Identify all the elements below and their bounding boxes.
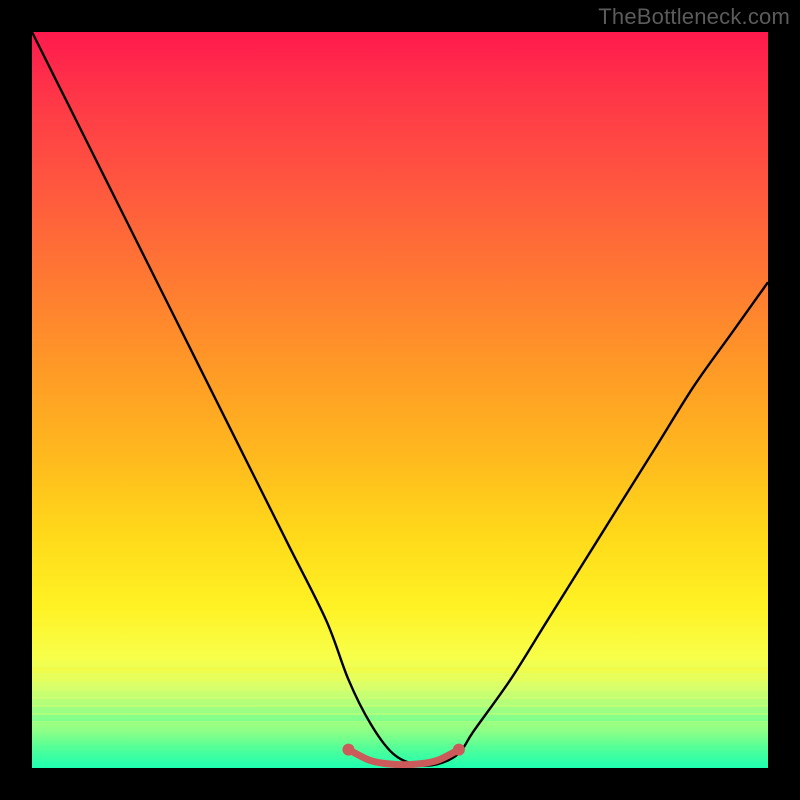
plot-area — [32, 32, 768, 768]
bottleneck-curve — [32, 32, 768, 766]
optimal-dot-right — [453, 744, 465, 756]
chart-frame: TheBottleneck.com — [0, 0, 800, 800]
curve-layer — [32, 32, 768, 768]
optimal-dot-left — [342, 744, 354, 756]
watermark-text: TheBottleneck.com — [598, 4, 790, 30]
